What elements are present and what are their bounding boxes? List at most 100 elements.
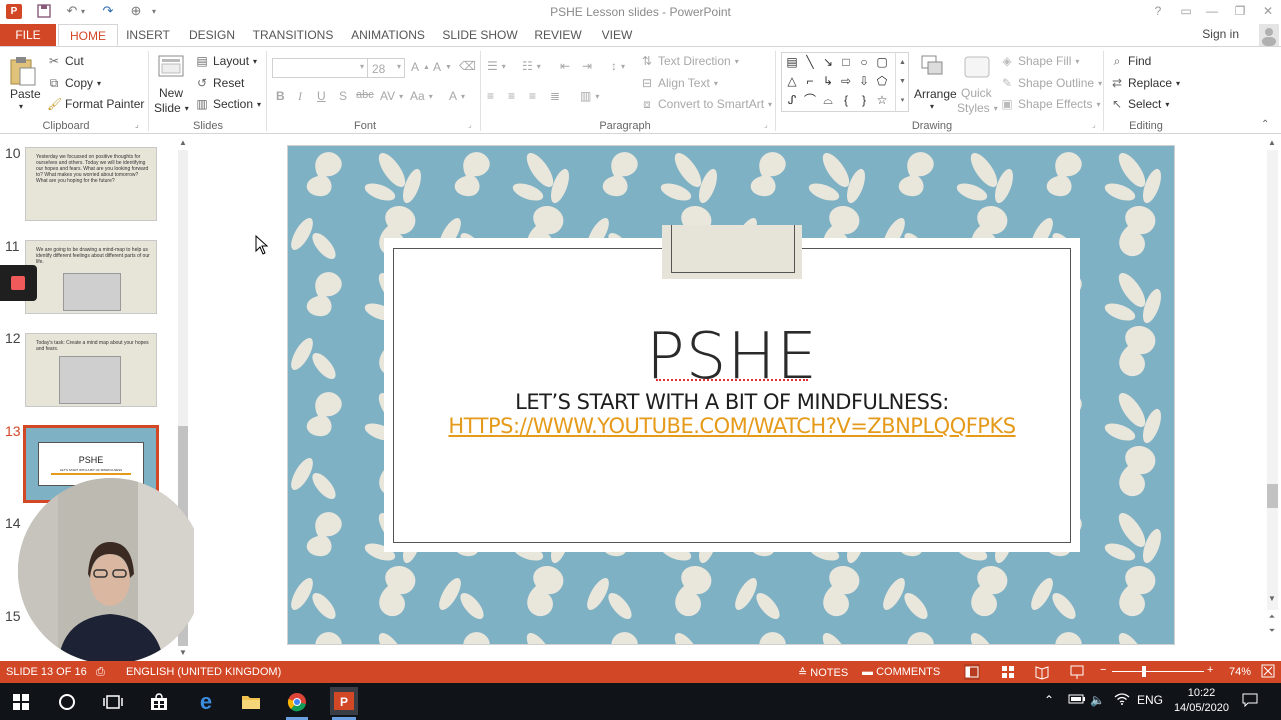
right-brace-shape-icon[interactable]: }	[856, 92, 872, 108]
show-hidden-icons-icon[interactable]: ⌃	[1044, 693, 1054, 707]
clear-formatting-icon[interactable]: ⌫	[459, 59, 476, 73]
bullets-icon[interactable]: ☰ ▾	[487, 59, 506, 73]
edge-icon[interactable]: e	[193, 689, 219, 715]
slide-scrollbar[interactable]: ▲ ▼ ⏶ ⏷	[1264, 134, 1281, 661]
proofing-icon[interactable]: ⎙	[96, 666, 105, 679]
arc-shape-icon[interactable]: ⌓	[820, 92, 836, 108]
shapes-gallery[interactable]: ▤ ╲ ↘ □ ○ ▢ △ ⌐ ↳ ⇨ ⇩ ⬠ ᔑ ⌒ ⌓ { } ☆ ▲ ▼ ▾	[781, 52, 909, 112]
star-shape-icon[interactable]: ☆	[874, 92, 890, 108]
section-button[interactable]: ▥ Section ▾	[195, 97, 261, 111]
tab-animations[interactable]: ANIMATIONS	[347, 24, 429, 46]
arrange-icon[interactable]	[918, 53, 950, 85]
shape-effects-button[interactable]: ▣ Shape Effects ▾	[1000, 97, 1100, 111]
elbow-arrow-shape-icon[interactable]: ↳	[820, 73, 836, 89]
paste-icon[interactable]	[8, 55, 40, 87]
font-name-input[interactable]: ▾	[272, 58, 368, 78]
tab-design[interactable]: DESIGN	[185, 24, 239, 46]
bold-button[interactable]: B	[276, 89, 285, 103]
slide-sorter-view-icon[interactable]	[1000, 664, 1016, 683]
battery-icon[interactable]	[1068, 693, 1086, 708]
slide-title[interactable]: PSHE	[384, 320, 1080, 394]
increase-font-size-icon[interactable]: A ▲	[411, 60, 430, 74]
powerpoint-taskbar-icon[interactable]: P	[330, 687, 358, 715]
text-shadow-button[interactable]: S	[339, 89, 347, 103]
rounded-rect-shape-icon[interactable]: ▢	[874, 54, 890, 70]
next-slide-icon[interactable]: ⏷	[1267, 626, 1277, 636]
tab-review[interactable]: REVIEW	[532, 24, 584, 46]
slideshow-view-icon[interactable]	[1069, 664, 1085, 683]
line-shape-icon[interactable]: ╲	[802, 54, 818, 70]
scroll-track[interactable]	[1267, 150, 1278, 610]
reading-view-icon[interactable]	[1034, 664, 1050, 683]
italic-button[interactable]: I	[298, 89, 302, 104]
slide-content-box[interactable]: PSHE LET’S START WITH A BIT OF MINDFULNE…	[384, 225, 1080, 552]
oval-shape-icon[interactable]: ○	[856, 54, 872, 70]
decrease-indent-icon[interactable]: ⇤	[560, 59, 570, 73]
align-text-button[interactable]: ⊟ Align Text ▾	[640, 76, 718, 90]
arrange-dropdown-icon[interactable]: ▾	[930, 102, 934, 111]
paragraph-dialog-launcher-icon[interactable]: ⌟	[764, 120, 768, 129]
record-stop-icon[interactable]	[11, 276, 25, 290]
zoom-in-icon[interactable]: +	[1207, 664, 1213, 676]
line-spacing-icon[interactable]: ↕ ▾	[611, 59, 625, 73]
windows-start-icon[interactable]	[8, 689, 34, 715]
find-button[interactable]: ⌕ Find	[1110, 54, 1152, 68]
copy-button[interactable]: ⧉ Copy ▾	[47, 76, 101, 90]
zoom-slider-thumb[interactable]	[1142, 666, 1146, 677]
youtube-link[interactable]: HTTPS://WWW.YOUTUBE.COM/WATCH?V=ZBNPLQQF…	[384, 414, 1080, 438]
change-case-icon[interactable]: Aa ▾	[410, 89, 433, 103]
align-center-icon[interactable]: ≡	[508, 89, 515, 103]
convert-to-smartart-button[interactable]: ⧈ Convert to SmartArt ▾	[640, 97, 772, 111]
shape-fill-button[interactable]: ◈ Shape Fill ▾	[1000, 54, 1079, 68]
cut-button[interactable]: ✂ Cut	[47, 54, 84, 68]
replace-button[interactable]: ⇄ Replace ▾	[1110, 76, 1180, 90]
notes-button[interactable]: ≙ NOTES	[798, 666, 848, 679]
fit-slide-icon[interactable]	[1261, 664, 1275, 681]
paste-dropdown-icon[interactable]: ▾	[19, 102, 23, 111]
font-color-icon[interactable]: A ▾	[449, 89, 465, 103]
zoom-level[interactable]: 74%	[1229, 666, 1251, 678]
strikethrough-button[interactable]: abc	[356, 89, 374, 101]
chrome-icon[interactable]	[284, 689, 310, 715]
cortana-icon[interactable]	[54, 689, 80, 715]
triangle-shape-icon[interactable]: △	[784, 73, 800, 89]
current-slide[interactable]: PSHE LET’S START WITH A BIT OF MINDFULNE…	[287, 145, 1175, 645]
new-slide-icon[interactable]	[157, 53, 189, 85]
font-dialog-launcher-icon[interactable]: ⌟	[468, 120, 472, 129]
previous-slide-icon[interactable]: ⏶	[1267, 612, 1277, 622]
slide-thumbnail-11[interactable]: We are going to be drawing a mind-map to…	[25, 240, 157, 314]
layout-button[interactable]: ▤ Layout ▾	[195, 54, 257, 68]
system-clock[interactable]: 10:22 14/05/2020	[1174, 686, 1229, 716]
tab-home[interactable]: HOME	[58, 24, 118, 46]
arrange-button[interactable]: Arrange	[914, 87, 957, 101]
scroll-up-icon[interactable]: ▲	[1267, 138, 1277, 147]
store-icon[interactable]	[146, 689, 172, 715]
textbox-shape-icon[interactable]: ▤	[784, 54, 800, 70]
align-right-icon[interactable]: ≡	[529, 89, 536, 103]
tab-file[interactable]: FILE	[0, 24, 56, 46]
user-avatar[interactable]	[1259, 24, 1279, 46]
elbow-connector-shape-icon[interactable]: ⌐	[802, 73, 818, 89]
comments-button[interactable]: ▬ COMMENTS	[862, 666, 940, 678]
slide-thumbnail-12[interactable]: Today's task: Create a mind map about yo…	[25, 333, 157, 407]
quick-styles-button[interactable]: Styles ▾	[957, 101, 998, 115]
font-size-input[interactable]: 28 ▾	[367, 58, 405, 78]
arrow-line-shape-icon[interactable]: ↘	[820, 54, 836, 70]
left-brace-shape-icon[interactable]: {	[838, 92, 854, 108]
minimize-button[interactable]: —	[1200, 2, 1224, 20]
scroll-down-icon[interactable]: ▼	[178, 648, 188, 657]
shape-outline-button[interactable]: ✎ Shape Outline ▾	[1000, 76, 1102, 90]
zoom-slider-track[interactable]	[1112, 671, 1204, 672]
text-direction-button[interactable]: ⇅ Text Direction ▾	[640, 54, 739, 68]
scroll-down-icon[interactable]: ▼	[1267, 594, 1277, 603]
ribbon-display-options-icon[interactable]: ▭	[1174, 2, 1198, 20]
scribble-shape-icon[interactable]: ᔑ	[784, 92, 800, 108]
decrease-font-size-icon[interactable]: A ▼	[433, 60, 452, 74]
paste-button[interactable]: Paste	[10, 87, 41, 101]
help-button[interactable]: ?	[1146, 2, 1170, 20]
down-arrow-shape-icon[interactable]: ⇩	[856, 73, 872, 89]
sign-in-link[interactable]: Sign in	[1202, 27, 1239, 41]
new-slide-button[interactable]: Slide ▾	[154, 101, 189, 115]
normal-view-icon[interactable]	[964, 664, 980, 680]
character-spacing-icon[interactable]: AV ▾	[380, 89, 403, 103]
